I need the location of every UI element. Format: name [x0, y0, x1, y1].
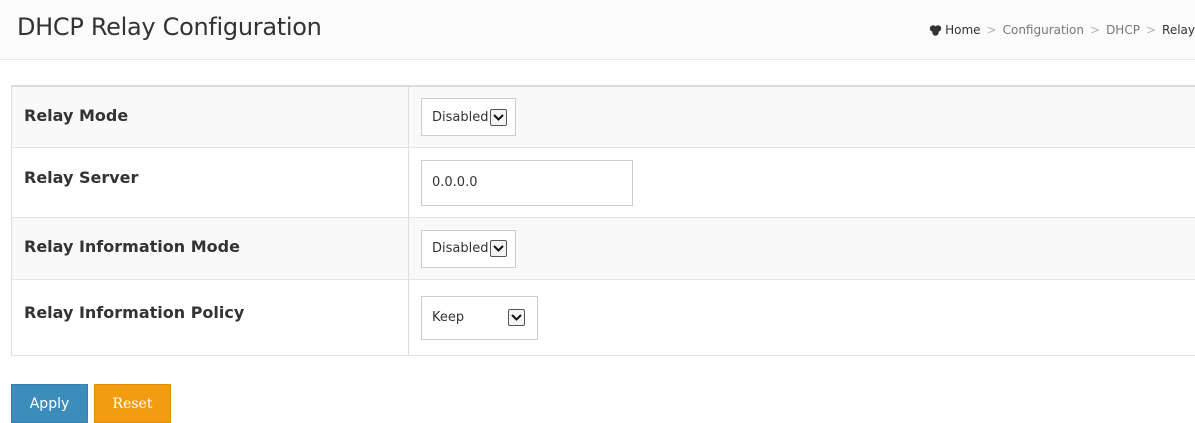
- apply-button[interactable]: Apply: [11, 384, 88, 423]
- relay-information-mode-value: Disabled: [432, 241, 489, 256]
- row-relay-server: Relay Server: [12, 148, 1195, 218]
- chevron-down-icon: [490, 108, 508, 126]
- relay-mode-select[interactable]: Disabled: [421, 98, 517, 136]
- chevron-down-icon: [508, 309, 525, 326]
- relay-information-mode-cell: Disabled: [409, 218, 1195, 279]
- reset-button[interactable]: Reset: [94, 384, 171, 423]
- chevron-down-icon: [490, 240, 508, 257]
- relay-information-policy-label: Relay Information Policy: [12, 280, 409, 355]
- relay-server-cell: [409, 148, 1195, 217]
- breadcrumb: Home > Configuration > DHCP > Relay: [929, 23, 1195, 37]
- page-header: DHCP Relay Configuration Home > Configur…: [0, 0, 1195, 60]
- breadcrumb-item-dhcp[interactable]: DHCP: [1106, 23, 1140, 37]
- relay-mode-label: Relay Mode: [12, 87, 409, 147]
- home-icon: [929, 24, 942, 36]
- breadcrumb-separator: >: [1145, 23, 1157, 37]
- breadcrumb-current: Relay: [1162, 23, 1195, 37]
- breadcrumb-separator: >: [1090, 23, 1101, 37]
- relay-mode-value: Disabled: [432, 109, 489, 125]
- row-relay-mode: Relay Mode Disabled: [12, 87, 1195, 148]
- page-title: DHCP Relay Configuration: [17, 13, 322, 41]
- relay-information-policy-select[interactable]: Keep: [421, 295, 538, 340]
- breadcrumb-separator: >: [986, 23, 997, 37]
- relay-information-mode-label: Relay Information Mode: [12, 218, 409, 279]
- relay-config-table: Relay Mode Disabled Relay Server Relay I…: [11, 85, 1195, 356]
- row-relay-information-policy: Relay Information Policy Keep: [12, 280, 1195, 356]
- breadcrumb-home-link[interactable]: Home: [945, 23, 980, 37]
- relay-mode-cell: Disabled: [409, 87, 1195, 147]
- relay-information-policy-value: Keep: [432, 310, 465, 325]
- relay-server-label: Relay Server: [12, 148, 409, 217]
- relay-server-input[interactable]: [421, 159, 633, 206]
- breadcrumb-item-configuration[interactable]: Configuration: [1003, 23, 1084, 37]
- relay-information-policy-cell: Keep: [409, 280, 1195, 355]
- row-relay-information-mode: Relay Information Mode Disabled: [12, 218, 1195, 280]
- relay-information-mode-select[interactable]: Disabled: [421, 229, 517, 268]
